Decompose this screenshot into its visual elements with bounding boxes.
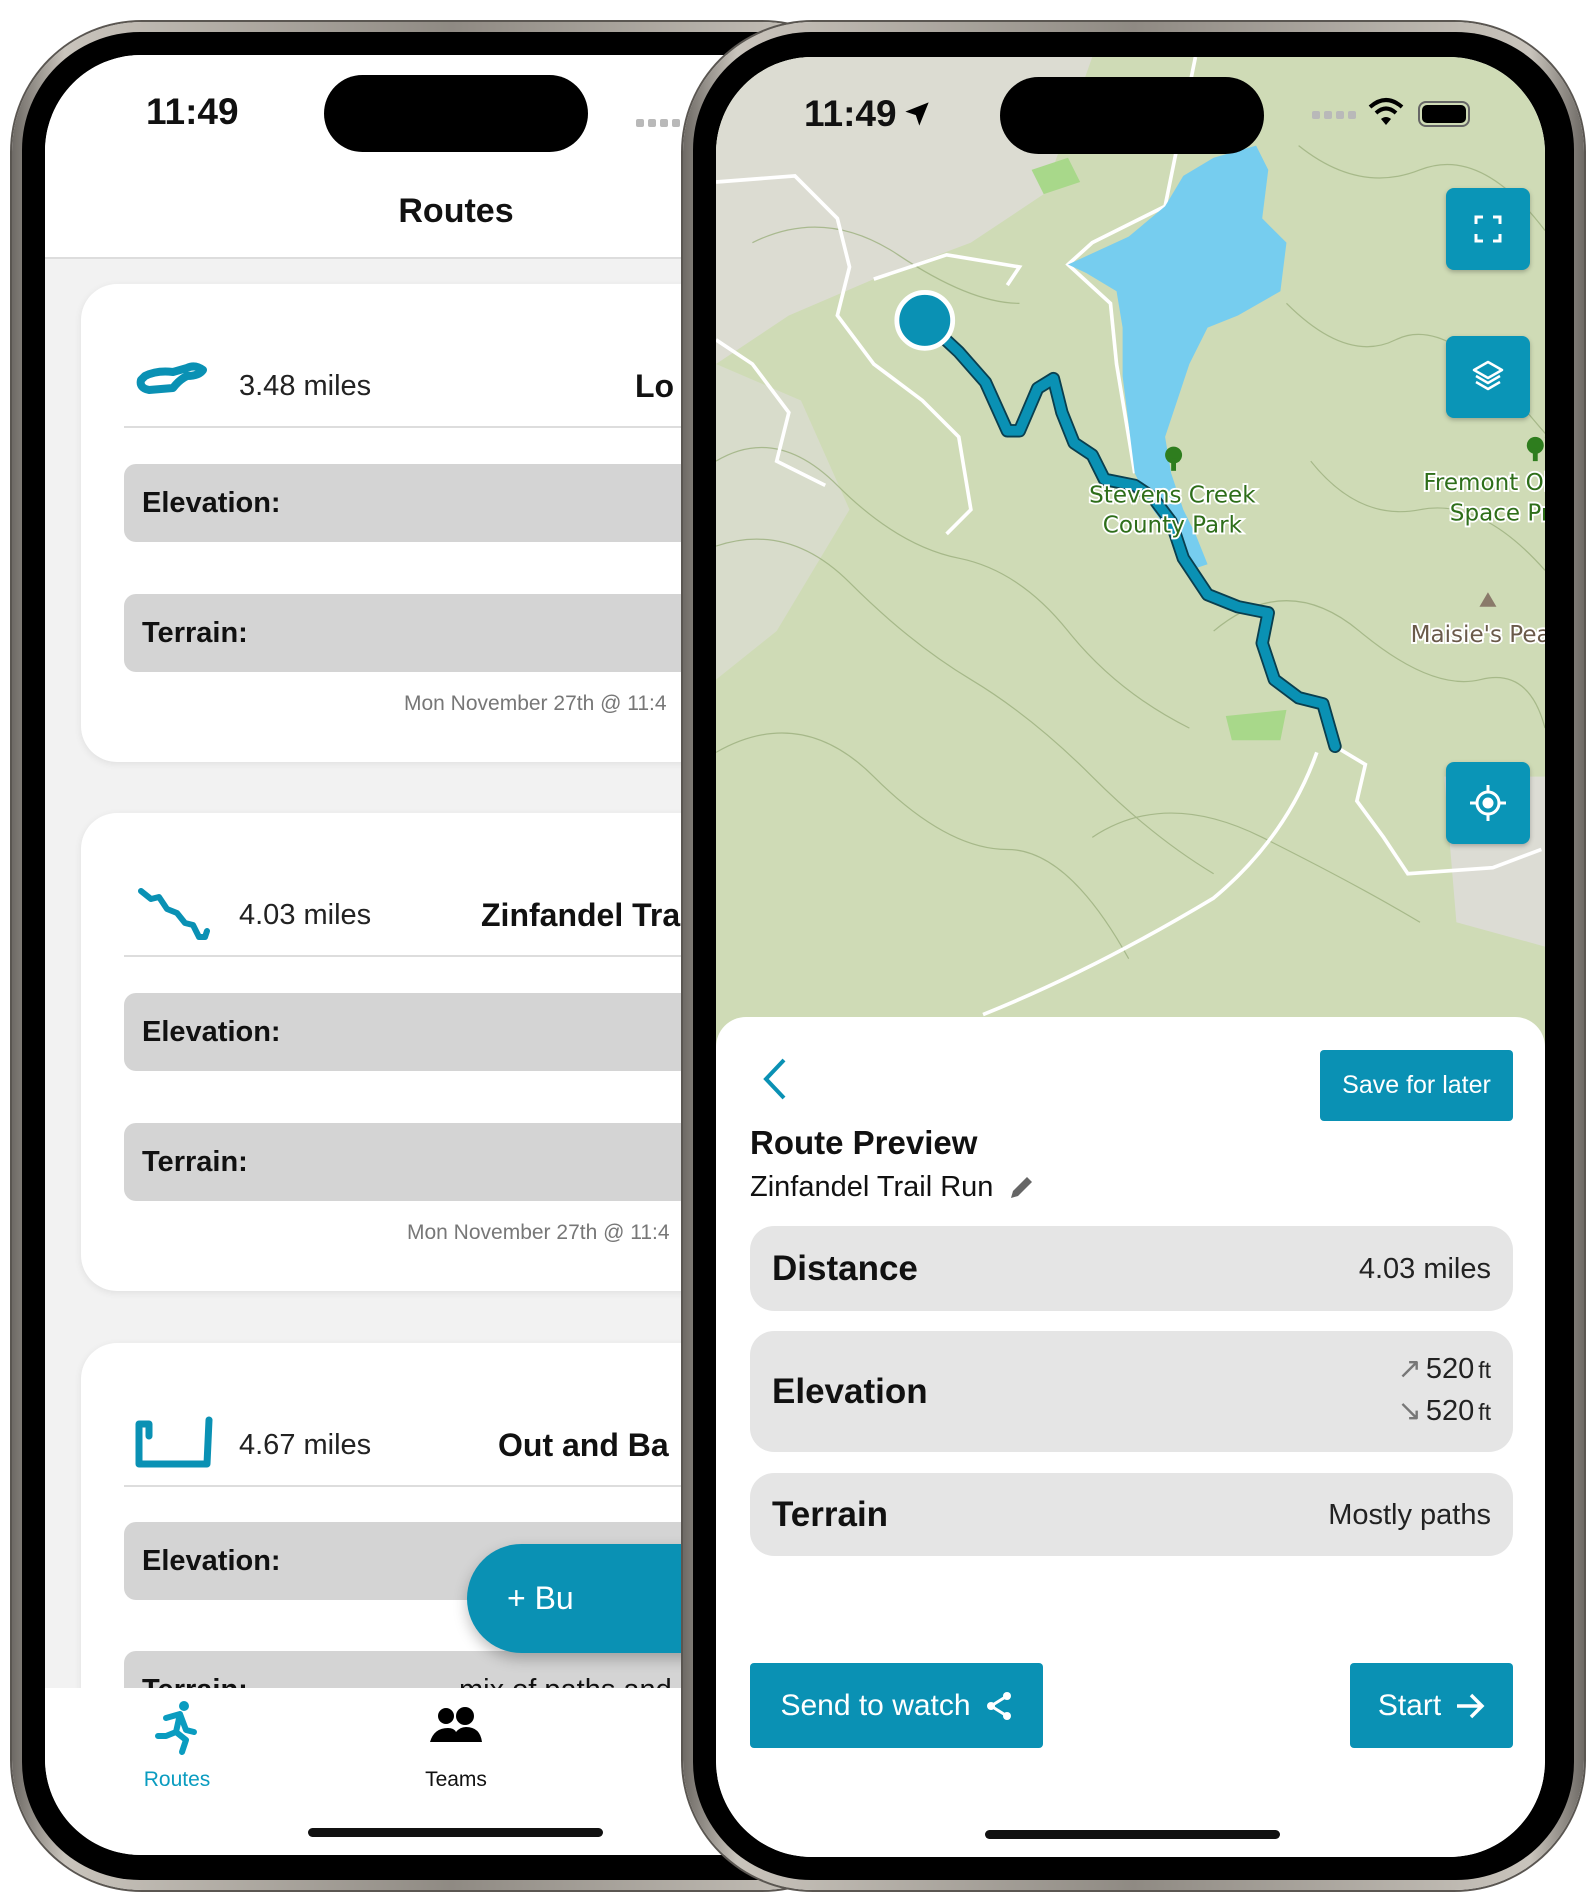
map-label-peak: Maisie's Pea [1411, 622, 1545, 648]
unit: ft [1478, 1399, 1491, 1425]
map-label-park: County Park [1103, 513, 1243, 539]
home-indicator [985, 1830, 1280, 1839]
route-shape-icon [136, 362, 207, 394]
route-start-marker [894, 290, 956, 351]
route-date: Mon November 27th @ 11:4 [407, 1221, 670, 1244]
signal-icon [636, 119, 680, 127]
route-distance: 4.03 miles [239, 899, 372, 931]
distance-row: Distance 4.03 miles [750, 1226, 1513, 1311]
fab-label: + Bu [507, 1580, 574, 1616]
terrain-label: Terrain [772, 1495, 889, 1534]
route-name-text: Zinfandel Trail Run [750, 1171, 994, 1203]
status-time-text: 11:49 [804, 93, 897, 134]
layers-icon [1472, 360, 1504, 391]
save-label: Save for later [1342, 1071, 1491, 1099]
dynamic-island [1000, 77, 1264, 154]
signal-icon [1312, 111, 1356, 119]
sheet-title: Route Preview [750, 1124, 978, 1161]
terrain-row: Terrain Mostly paths [750, 1473, 1513, 1556]
tab-label: Routes [143, 1768, 211, 1791]
right-phone-screen: Stevens Creek County Park Fremont Ol Spa… [716, 57, 1545, 1857]
back-chevron-icon[interactable] [760, 1057, 790, 1101]
arrow-right-icon [1457, 1693, 1485, 1718]
send-label: Send to watch [780, 1688, 971, 1722]
wifi-icon [1368, 98, 1404, 125]
map-label-park: Fremont Ol [1423, 470, 1545, 496]
start-label: Start [1377, 1688, 1442, 1722]
home-indicator [308, 1828, 603, 1837]
route-name: Out and Ba [498, 1427, 669, 1463]
distance-value: 4.03 miles [1358, 1253, 1491, 1285]
tab-label: Teams [425, 1768, 487, 1791]
elevation-gain: ↗ 520 ft [1398, 1351, 1491, 1386]
locate-button[interactable] [1446, 762, 1530, 844]
map-view[interactable]: Stevens Creek County Park Fremont Ol Spa… [716, 57, 1545, 1057]
status-time: 11:49 [146, 91, 239, 132]
route-name: Lo [635, 368, 675, 404]
map-label-park: Stevens Creek [1089, 482, 1256, 508]
route-preview-sheet: Save for later Route Preview Zinfandel T… [716, 1017, 1545, 1857]
elevation-loss: ↘ 520 ft [1398, 1393, 1491, 1428]
status-time: 11:49 [804, 93, 931, 135]
share-icon [986, 1691, 1011, 1720]
people-icon [430, 1707, 482, 1742]
route-shape-icon [135, 1416, 213, 1468]
arrow-up-right-icon: ↗ [1397, 1353, 1422, 1385]
route-date: Mon November 27th @ 11:4 [404, 692, 667, 715]
elevation-loss-value: 520 [1425, 1395, 1475, 1427]
unit: ft [1478, 1357, 1491, 1383]
route-distance: 4.67 miles [239, 1429, 372, 1461]
pencil-icon[interactable] [1007, 1174, 1035, 1202]
elevation-gain-value: 520 [1425, 1353, 1475, 1385]
layers-button[interactable] [1446, 336, 1530, 418]
start-button[interactable]: Start [1350, 1663, 1513, 1748]
locate-icon [1470, 785, 1506, 821]
route-distance: 3.48 miles [239, 370, 372, 402]
battery-icon [1418, 101, 1470, 127]
location-arrow-icon [904, 102, 929, 126]
fullscreen-button[interactable] [1446, 188, 1530, 270]
route-name: Zinfandel Tra [481, 897, 681, 933]
fullscreen-icon [1474, 215, 1502, 243]
elevation-label: Elevation [772, 1372, 928, 1411]
elevation-row: Elevation ↗ 520 ft ↘ 520 ft [750, 1331, 1513, 1452]
terrain-value: Mostly paths [1328, 1499, 1491, 1531]
running-icon [155, 1701, 197, 1755]
save-for-later-button[interactable]: Save for later [1320, 1050, 1513, 1121]
route-name[interactable]: Zinfandel Trail Run [750, 1171, 1035, 1204]
map-label-park: Space Pr [1450, 501, 1545, 527]
arrow-down-right-icon: ↘ [1397, 1395, 1422, 1427]
distance-label: Distance [772, 1249, 918, 1288]
send-to-watch-button[interactable]: Send to watch [750, 1663, 1043, 1748]
route-shape-icon [138, 888, 210, 940]
dynamic-island [324, 75, 588, 152]
